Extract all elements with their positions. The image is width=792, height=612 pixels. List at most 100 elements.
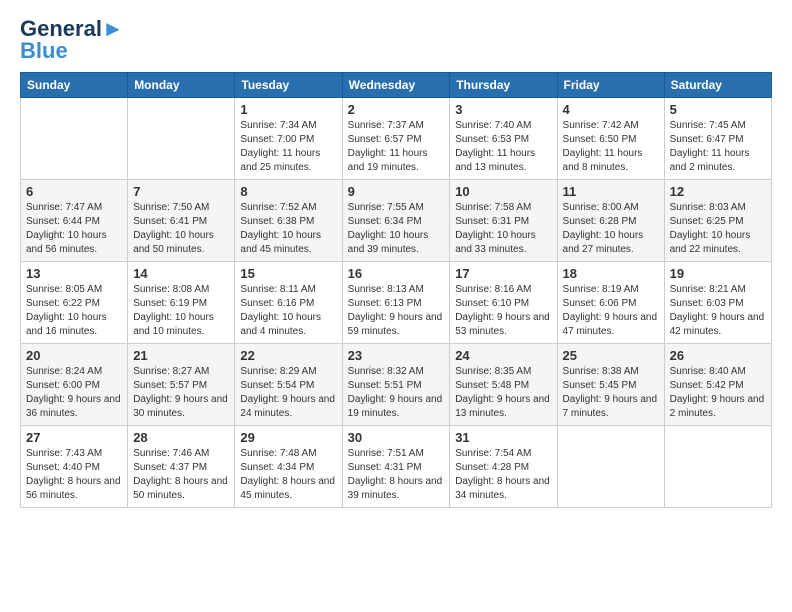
calendar-cell: 13Sunrise: 8:05 AMSunset: 6:22 PMDayligh…	[21, 262, 128, 344]
day-info-line: Sunset: 4:34 PM	[240, 461, 336, 475]
calendar-cell: 15Sunrise: 8:11 AMSunset: 6:16 PMDayligh…	[235, 262, 342, 344]
calendar-cell: 2Sunrise: 7:37 AMSunset: 6:57 PMDaylight…	[342, 98, 450, 180]
day-info-line: Daylight: 9 hours and 13 minutes.	[455, 393, 551, 421]
day-info-line: Sunset: 6:53 PM	[455, 133, 551, 147]
day-number: 23	[348, 348, 445, 363]
day-info-line: Sunrise: 7:46 AM	[133, 447, 229, 461]
day-info-line: Sunset: 5:48 PM	[455, 379, 551, 393]
day-info-line: Sunset: 5:42 PM	[670, 379, 766, 393]
day-info-line: Sunset: 6:16 PM	[240, 297, 336, 311]
day-number: 6	[26, 184, 122, 199]
calendar-cell: 7Sunrise: 7:50 AMSunset: 6:41 PMDaylight…	[128, 180, 235, 262]
day-info-line: Sunrise: 8:00 AM	[563, 201, 659, 215]
calendar-cell: 11Sunrise: 8:00 AMSunset: 6:28 PMDayligh…	[557, 180, 664, 262]
calendar-cell: 8Sunrise: 7:52 AMSunset: 6:38 PMDaylight…	[235, 180, 342, 262]
day-info-line: Sunrise: 7:45 AM	[670, 119, 766, 133]
day-info-line: Daylight: 11 hours and 8 minutes.	[563, 147, 659, 175]
day-number: 17	[455, 266, 551, 281]
calendar-cell: 24 Sunrise: 8:35 AMSunset: 5:48 PMDayligh…	[450, 344, 557, 426]
day-info-line: Daylight: 10 hours and 39 minutes.	[348, 229, 445, 257]
calendar-cell: 25Sunrise: 8:38 AMSunset: 5:45 PMDayligh…	[557, 344, 664, 426]
logo: General► Blue	[20, 16, 124, 64]
day-info-line: Daylight: 9 hours and 19 minutes.	[348, 393, 445, 421]
calendar-cell: 19Sunrise: 8:21 AMSunset: 6:03 PMDayligh…	[664, 262, 771, 344]
day-info-line: Sunrise: 8:19 AM	[563, 283, 659, 297]
day-info-line: Sunset: 6:06 PM	[563, 297, 659, 311]
day-info-line: Sunrise: 8:32 AM	[348, 365, 445, 379]
day-info-line: Daylight: 11 hours and 25 minutes.	[240, 147, 336, 175]
day-number: 12	[670, 184, 766, 199]
day-info-line: Daylight: 9 hours and 2 minutes.	[670, 393, 766, 421]
day-info-line: Sunset: 6:47 PM	[670, 133, 766, 147]
calendar-cell: 18 Sunrise: 8:19 AMSunset: 6:06 PMDayligh…	[557, 262, 664, 344]
day-info-line: Daylight: 10 hours and 56 minutes.	[26, 229, 122, 257]
calendar-cell: 10Sunrise: 7:58 AMSunset: 6:31 PMDayligh…	[450, 180, 557, 262]
day-info-line: Sunset: 5:57 PM	[133, 379, 229, 393]
day-info-line: Sunrise: 7:48 AM	[240, 447, 336, 461]
day-number: 4	[563, 102, 659, 117]
calendar-cell: 27Sunrise: 7:43 AMSunset: 4:40 PMDayligh…	[21, 426, 128, 508]
day-info-line: Daylight: 10 hours and 33 minutes.	[455, 229, 551, 257]
day-info-line: Daylight: 9 hours and 36 minutes.	[26, 393, 122, 421]
day-number: 14	[133, 266, 229, 281]
day-info-line: Sunset: 6:00 PM	[26, 379, 122, 393]
calendar-cell: 6 Sunrise: 7:47 AMSunset: 6:44 PMDaylight…	[21, 180, 128, 262]
day-number: 21	[133, 348, 229, 363]
day-info-line: Daylight: 9 hours and 24 minutes.	[240, 393, 336, 421]
day-info-line: Sunrise: 8:21 AM	[670, 283, 766, 297]
calendar-table: SundayMondayTuesdayWednesdayThursdayFrid…	[20, 72, 772, 508]
day-number: 24	[455, 348, 551, 363]
day-info-line: Daylight: 8 hours and 39 minutes.	[348, 475, 445, 503]
calendar-cell: 21Sunrise: 8:27 AMSunset: 5:57 PMDayligh…	[128, 344, 235, 426]
day-info-line: Sunset: 6:50 PM	[563, 133, 659, 147]
day-number: 26	[670, 348, 766, 363]
calendar-cell: 20Sunrise: 8:24 AMSunset: 6:00 PMDayligh…	[21, 344, 128, 426]
day-number: 16	[348, 266, 445, 281]
day-info-line: Sunrise: 7:34 AM	[240, 119, 336, 133]
day-info-line: Sunrise: 8:35 AM	[455, 365, 551, 379]
day-info-line: Daylight: 10 hours and 10 minutes.	[133, 311, 229, 339]
day-number: 5	[670, 102, 766, 117]
day-number: 15	[240, 266, 336, 281]
day-number: 28	[133, 430, 229, 445]
calendar-cell: 30 Sunrise: 7:51 AMSunset: 4:31 PMDayligh…	[342, 426, 450, 508]
calendar-cell: 4Sunrise: 7:42 AMSunset: 6:50 PMDaylight…	[557, 98, 664, 180]
calendar-cell	[557, 426, 664, 508]
calendar-cell: 9Sunrise: 7:55 AMSunset: 6:34 PMDaylight…	[342, 180, 450, 262]
calendar-cell	[128, 98, 235, 180]
day-info-line: Daylight: 9 hours and 47 minutes.	[563, 311, 659, 339]
day-info-line: Sunrise: 8:38 AM	[563, 365, 659, 379]
weekday-header: Wednesday	[342, 73, 450, 98]
day-info-line: Sunset: 4:31 PM	[348, 461, 445, 475]
day-info-line: Daylight: 10 hours and 45 minutes.	[240, 229, 336, 257]
calendar-week-row: 6Sunrise: 7:47 AMSunset: 6:44 PMDaylight…	[21, 180, 772, 262]
day-number: 22	[240, 348, 336, 363]
day-info-line: Sunset: 4:37 PM	[133, 461, 229, 475]
calendar-header-row: SundayMondayTuesdayWednesdayThursdayFrid…	[21, 73, 772, 98]
day-info-line: Sunset: 5:54 PM	[240, 379, 336, 393]
calendar-cell: 16Sunrise: 8:13 AMSunset: 6:13 PMDayligh…	[342, 262, 450, 344]
calendar-cell: 14Sunrise: 8:08 AMSunset: 6:19 PMDayligh…	[128, 262, 235, 344]
day-info-line: Sunset: 6:44 PM	[26, 215, 122, 229]
weekday-header: Sunday	[21, 73, 128, 98]
day-info-line: Sunset: 4:40 PM	[26, 461, 122, 475]
day-number: 18	[563, 266, 659, 281]
day-info-line: Daylight: 10 hours and 16 minutes.	[26, 311, 122, 339]
calendar-cell	[664, 426, 771, 508]
day-info-line: Daylight: 8 hours and 56 minutes.	[26, 475, 122, 503]
day-number: 11	[563, 184, 659, 199]
day-info-line: Sunrise: 7:43 AM	[26, 447, 122, 461]
day-info-line: Sunset: 6:34 PM	[348, 215, 445, 229]
day-info-line: Sunrise: 8:24 AM	[26, 365, 122, 379]
weekday-header: Saturday	[664, 73, 771, 98]
weekday-header: Tuesday	[235, 73, 342, 98]
day-info-line: Sunrise: 7:47 AM	[26, 201, 122, 215]
page-header: General► Blue	[20, 16, 772, 64]
day-number: 31	[455, 430, 551, 445]
day-number: 30	[348, 430, 445, 445]
calendar-week-row: 1Sunrise: 7:34 AMSunset: 7:00 PMDaylight…	[21, 98, 772, 180]
day-info-line: Daylight: 10 hours and 4 minutes.	[240, 311, 336, 339]
calendar-cell: 26Sunrise: 8:40 AMSunset: 5:42 PMDayligh…	[664, 344, 771, 426]
day-info-line: Sunrise: 7:51 AM	[348, 447, 445, 461]
day-info-line: Sunset: 6:41 PM	[133, 215, 229, 229]
